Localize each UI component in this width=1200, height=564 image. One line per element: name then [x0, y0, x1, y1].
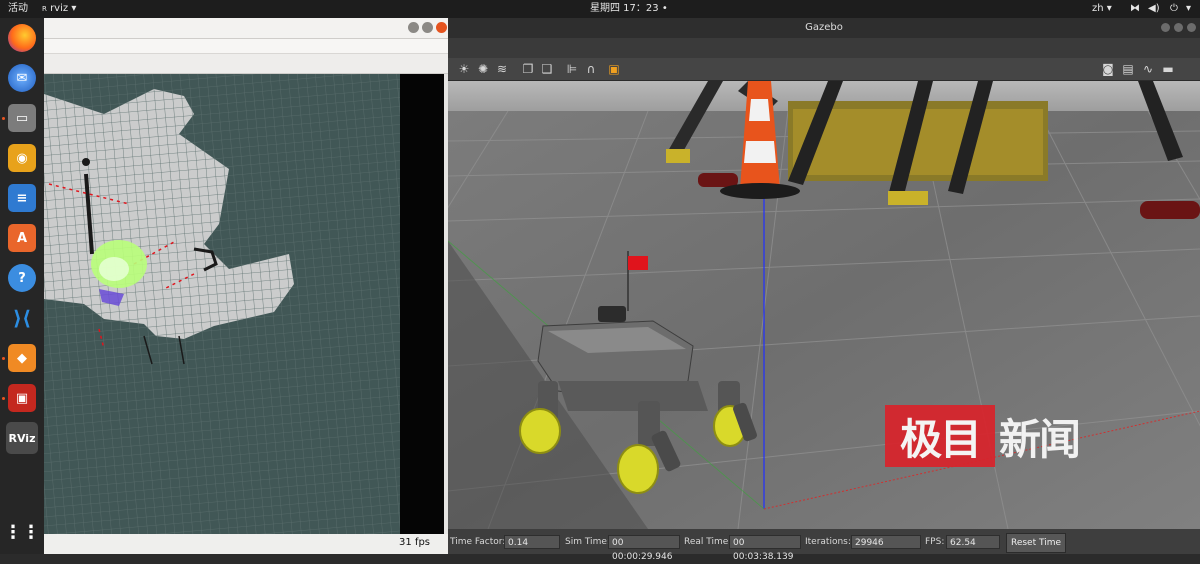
chevron-down-icon[interactable]: ▾ — [1186, 0, 1191, 18]
vscode-icon[interactable]: ⟩⟨ — [8, 304, 36, 332]
video-record-icon[interactable]: ▬ — [1160, 61, 1176, 77]
chevron-down-icon: ▾ — [71, 3, 77, 14]
close-button[interactable] — [1187, 23, 1196, 32]
news-watermark: 极目 新闻 — [885, 405, 1081, 467]
sim-time-field: 00 00:00:29.946 — [608, 535, 680, 562]
rviz-dock-label: RViz — [8, 431, 36, 445]
app-menu[interactable]: R rviz ▾ — [42, 0, 76, 18]
particle-cloud-core — [99, 257, 129, 281]
reset-time-button[interactable]: Reset Time — [1006, 533, 1066, 553]
spot-light-icon[interactable]: ✺ — [475, 61, 491, 77]
sim-time-label: Sim Time: — [565, 537, 610, 547]
writer-icon[interactable]: ≡ — [8, 184, 36, 212]
directional-light-icon[interactable]: ≋ — [494, 61, 510, 77]
watermark-text: 新闻 — [999, 414, 1081, 464]
occupancy-map-canvas — [44, 74, 444, 552]
gazebo-toolbar: ☀ ✺ ≋ ❐ ❑ ⊫ ∩ ▣ ◙ ▤ ∿ ▬ — [448, 58, 1200, 81]
fps-readout: 31 fps — [399, 537, 430, 548]
plot-icon[interactable]: ∿ — [1140, 61, 1156, 77]
rviz-window: 31 fps — [44, 18, 448, 554]
rviz-small-icon: R — [42, 5, 47, 13]
rhythmbox-icon[interactable]: ◉ — [8, 144, 36, 172]
time-factor-field: 0.14 — [504, 535, 560, 549]
map-view[interactable] — [44, 74, 444, 552]
clock[interactable]: 星期四 17：23 • — [590, 0, 668, 18]
align-icon[interactable]: ⊫ — [564, 61, 580, 77]
paste-icon[interactable]: ❑ — [539, 61, 555, 77]
dock: ✉ ▭ ◉ ≡ A ? ⟩⟨ ◆ ▣ RViz ⋮⋮ — [0, 18, 44, 554]
thunderbird-icon[interactable]: ✉ — [8, 64, 36, 92]
firefox-icon[interactable] — [8, 24, 36, 52]
mecanum-wheel-rear-left — [617, 444, 659, 494]
rviz-icon[interactable]: RViz — [6, 422, 38, 454]
watermark-boxed-text: 极目 — [885, 405, 995, 467]
minimize-button[interactable] — [1161, 23, 1170, 32]
mecanum-wheel-front-left — [519, 408, 561, 454]
iterations-label: Iterations: — [805, 537, 851, 547]
robot-lower-frame — [558, 381, 708, 411]
top-bar: 活动 R rviz ▾ 星期四 17：23 • zh ▾ ⧓ ◀) ⏻ ▾ — [0, 0, 1200, 18]
network-icon[interactable]: ⧓ — [1130, 0, 1140, 18]
sublime-icon[interactable]: ◆ — [8, 344, 36, 372]
unknown-region — [400, 74, 444, 552]
gazebo-titlebar[interactable]: Gazebo — [448, 18, 1200, 38]
flag — [628, 256, 648, 270]
fps-label: FPS: — [925, 537, 945, 547]
gazebo-time-panel: Time Factor: 0.14 Sim Time: 00 00:00:29.… — [448, 529, 1200, 562]
gazebo-menubar — [448, 38, 1200, 58]
time-factor-label: Time Factor: — [450, 537, 506, 547]
fps-field: 62.54 — [946, 535, 1000, 549]
running-indicator — [2, 397, 5, 400]
maximize-button[interactable] — [1174, 23, 1183, 32]
point-light-icon[interactable]: ☀ — [456, 61, 472, 77]
files-icon[interactable]: ▭ — [8, 104, 36, 132]
gazebo-window: Gazebo ☀ ✺ ≋ ❐ ❑ ⊫ ∩ ▣ ◙ ▤ ∿ ▬ Time Fact… — [448, 18, 1200, 562]
terminal-icon[interactable]: ▣ — [8, 384, 36, 412]
help-icon[interactable]: ? — [8, 264, 36, 292]
rviz-statusbar: 31 fps — [44, 534, 444, 554]
snap-icon[interactable]: ∩ — [583, 61, 599, 77]
log-icon[interactable]: ▤ — [1120, 61, 1136, 77]
real-time-label: Real Time: — [684, 537, 732, 547]
close-button[interactable] — [436, 22, 447, 33]
rviz-menubar — [44, 39, 448, 54]
software-icon[interactable]: A — [8, 224, 36, 252]
running-indicator — [2, 357, 5, 360]
running-indicator — [2, 117, 5, 120]
app-menu-label: rviz — [50, 3, 69, 14]
input-method-menu[interactable]: zh ▾ — [1092, 0, 1112, 18]
lidar-sensor — [598, 306, 626, 322]
chevron-down-icon: ▾ — [1106, 3, 1112, 14]
power-icon[interactable]: ⏻ — [1170, 0, 1178, 18]
copy-icon[interactable]: ❐ — [520, 61, 536, 77]
iterations-field: 29946 — [851, 535, 921, 549]
gazebo-title: Gazebo — [805, 22, 843, 33]
maximize-button[interactable] — [422, 22, 433, 33]
real-time-field: 00 00:03:38.139 — [729, 535, 801, 562]
obstacle-post — [82, 158, 90, 166]
rviz-toolbar — [44, 54, 448, 74]
activities-button[interactable]: 活动 — [8, 0, 28, 18]
change-view-icon[interactable]: ▣ — [606, 61, 622, 77]
gazebo-3d-scene[interactable] — [448, 81, 1200, 529]
apps-grid-icon[interactable]: ⋮⋮ — [4, 518, 40, 546]
volume-icon[interactable]: ◀) — [1148, 0, 1160, 18]
minimize-button[interactable] — [408, 22, 419, 33]
input-method-label: zh — [1092, 3, 1104, 14]
screenshot-icon[interactable]: ◙ — [1100, 61, 1116, 77]
scene-canvas — [448, 81, 1200, 529]
rviz-titlebar[interactable] — [44, 18, 448, 39]
clock-label: 星期四 17：23 — [590, 3, 659, 14]
notification-dot-icon: • — [661, 3, 668, 14]
